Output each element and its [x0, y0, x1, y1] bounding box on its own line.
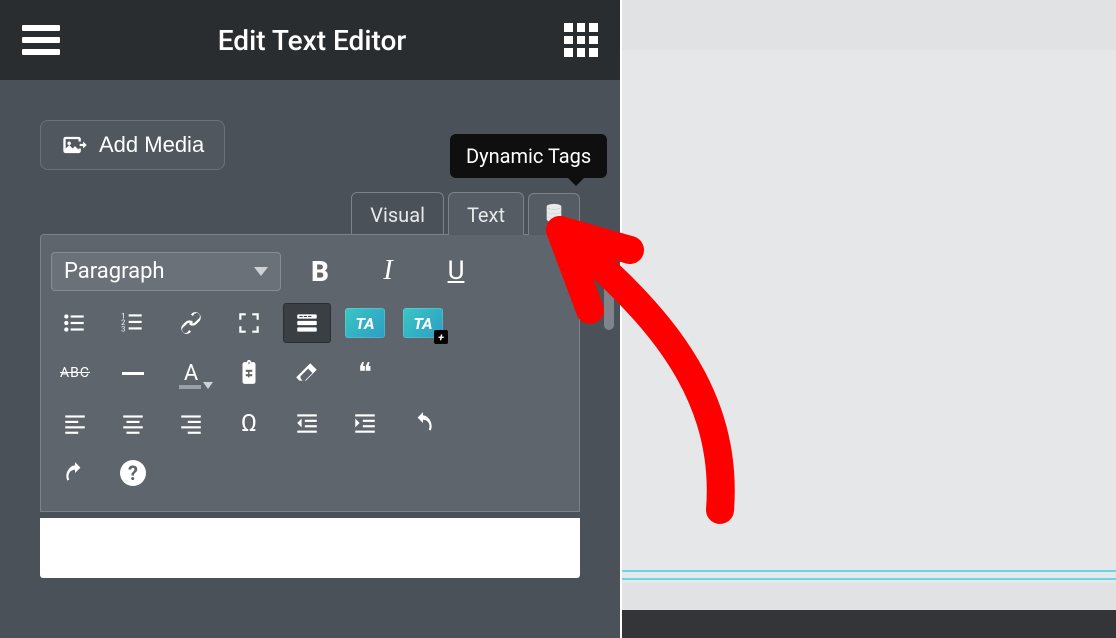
database-icon: [543, 202, 565, 224]
tab-text[interactable]: Text: [448, 192, 524, 235]
chevron-down-icon: [254, 267, 268, 276]
tooltip-label: Dynamic Tags: [466, 144, 591, 168]
help-button[interactable]: ?: [109, 453, 157, 493]
canvas-footer-strip: [622, 610, 1116, 638]
indent-button[interactable]: [341, 403, 389, 443]
link-icon: [178, 310, 204, 336]
toolbar-toggle-icon: [294, 310, 320, 336]
omega-icon: Ω: [241, 409, 257, 437]
indent-icon: [352, 410, 378, 436]
bold-button[interactable]: B: [291, 249, 349, 293]
align-center-icon: [120, 410, 146, 436]
text-color-icon: A: [184, 361, 198, 386]
menu-icon[interactable]: [22, 25, 60, 55]
redo-icon: [62, 460, 88, 486]
format-select[interactable]: Paragraph: [51, 252, 281, 291]
align-left-icon: [62, 410, 88, 436]
align-left-button[interactable]: [51, 403, 99, 443]
svg-text:3: 3: [121, 325, 125, 334]
canvas-content-band: [622, 50, 1116, 583]
clear-formatting-button[interactable]: [283, 353, 331, 393]
canvas-guide-line: [622, 578, 1116, 580]
media-icon: [61, 131, 89, 159]
panel-title: Edit Text Editor: [218, 24, 407, 57]
link-button[interactable]: [167, 303, 215, 343]
tab-visual-label: Visual: [370, 203, 425, 227]
eraser-icon: [294, 360, 320, 386]
panel-header: Edit Text Editor: [0, 0, 620, 80]
strikethrough-icon: ABC: [60, 365, 90, 381]
editor-tabs: Visual Text: [40, 192, 580, 235]
add-media-label: Add Media: [99, 132, 204, 158]
quote-icon: ❝: [358, 358, 372, 388]
undo-button[interactable]: [399, 403, 447, 443]
outdent-button[interactable]: [283, 403, 331, 443]
editor-panel: Edit Text Editor Add Media Visual Text P…: [0, 0, 620, 638]
align-right-icon: [178, 410, 204, 436]
bold-icon: B: [311, 255, 329, 288]
widgets-grid-icon[interactable]: [564, 23, 598, 57]
canvas-area: [622, 0, 1116, 638]
hr-icon: [122, 372, 144, 375]
editor-content-area[interactable]: [40, 518, 580, 578]
paste-text-button[interactable]: T: [225, 353, 273, 393]
italic-icon: I: [383, 255, 392, 287]
format-select-value: Paragraph: [64, 259, 165, 284]
chevron-down-icon: [203, 382, 213, 389]
tab-dynamic-tags[interactable]: [528, 193, 580, 235]
tinymce-toolbar: Paragraph B I U 123: [40, 234, 580, 512]
strikethrough-button[interactable]: ABC: [51, 353, 99, 393]
scrollbar-thumb[interactable]: [604, 240, 614, 330]
fullscreen-icon: [236, 310, 262, 336]
undo-icon: [410, 410, 436, 436]
align-center-button[interactable]: [109, 403, 157, 443]
plugin-ta-button[interactable]: TA: [341, 303, 389, 343]
add-media-button[interactable]: Add Media: [40, 120, 225, 170]
toolbar-toggle-button[interactable]: [283, 303, 331, 343]
ta-badge-icon: TA+: [403, 308, 443, 338]
underline-icon: U: [448, 256, 465, 286]
underline-button[interactable]: U: [427, 249, 485, 293]
bullet-list-button[interactable]: [51, 303, 99, 343]
ta-badge-icon: TA: [345, 308, 385, 338]
italic-button[interactable]: I: [359, 249, 417, 293]
text-color-button[interactable]: A: [167, 353, 215, 393]
clipboard-icon: T: [236, 360, 262, 386]
blockquote-button[interactable]: ❝: [341, 353, 389, 393]
numbered-list-icon: 123: [120, 310, 146, 336]
special-character-button[interactable]: Ω: [225, 403, 273, 443]
plugin-ta-add-button[interactable]: TA+: [399, 303, 447, 343]
horizontal-rule-button[interactable]: [109, 353, 157, 393]
redo-button[interactable]: [51, 453, 99, 493]
numbered-list-button[interactable]: 123: [109, 303, 157, 343]
dynamic-tags-tooltip: Dynamic Tags: [450, 134, 607, 178]
canvas-guide-line: [622, 570, 1116, 572]
tab-text-label: Text: [467, 203, 505, 227]
fullscreen-button[interactable]: [225, 303, 273, 343]
bullet-list-icon: [62, 310, 88, 336]
svg-text:T: T: [246, 369, 252, 380]
tab-visual[interactable]: Visual: [351, 192, 444, 235]
outdent-icon: [294, 410, 320, 436]
help-icon: ?: [120, 460, 146, 486]
align-right-button[interactable]: [167, 403, 215, 443]
